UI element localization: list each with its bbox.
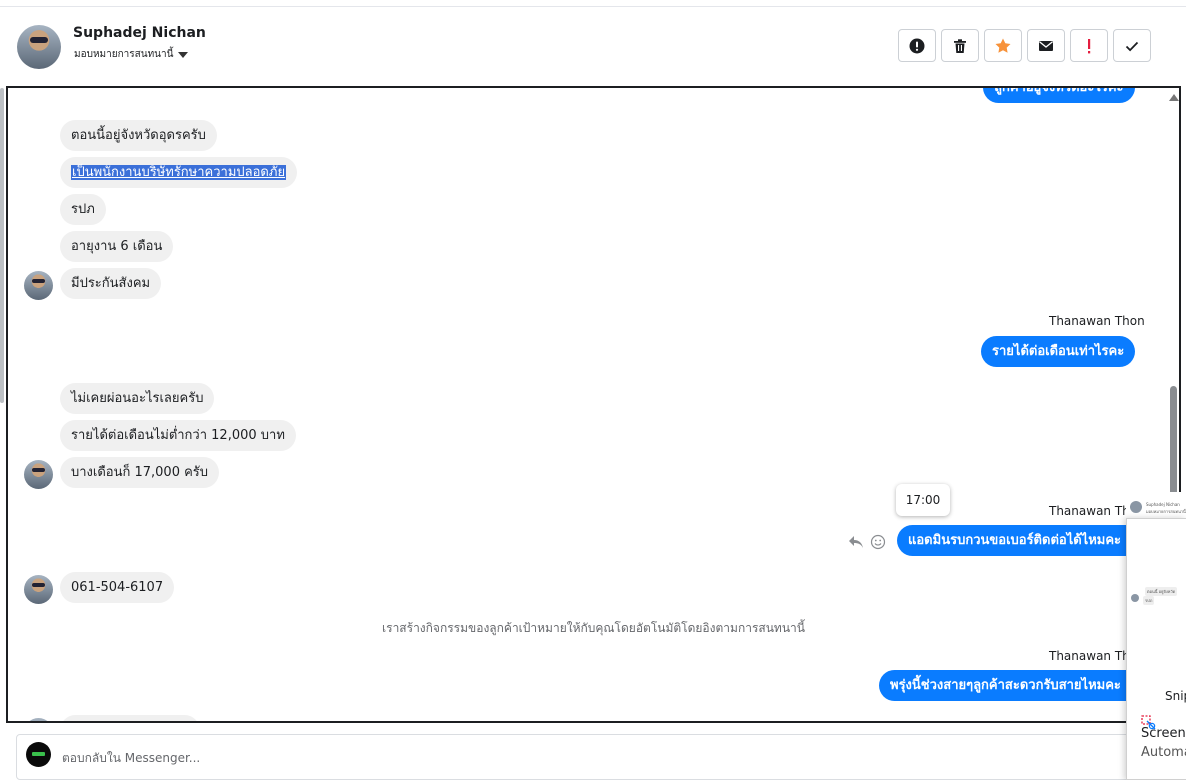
mark-spam-button[interactable] bbox=[898, 29, 936, 62]
contact-name[interactable]: Suphadej Nichan bbox=[73, 25, 206, 41]
exclamation-icon bbox=[1088, 38, 1091, 53]
incoming-message[interactable]: รปภ bbox=[60, 194, 106, 225]
reply-icon[interactable] bbox=[848, 535, 864, 549]
incoming-message[interactable]: บางเดือนก็ 17,000 ครับ bbox=[60, 457, 220, 488]
conversation-header: Suphadej Nichan มอบหมายการสนทนานี้ bbox=[0, 7, 1186, 87]
scroll-up-arrow-icon[interactable] bbox=[1169, 94, 1179, 101]
system-activity-notice: เราสร้างกิจกรรมของลูกค้าเป้าหมายให้กับคุ… bbox=[382, 621, 805, 635]
outgoing-message[interactable]: ลูกค้าอยู่จังหวัดอะไรคะ bbox=[983, 88, 1135, 103]
envelope-icon bbox=[1039, 40, 1053, 51]
incoming-message[interactable]: 061-504-6107 bbox=[60, 572, 175, 603]
page-logo bbox=[26, 742, 51, 767]
reply-input[interactable]: ตอบกลับใน Messenger... bbox=[62, 749, 200, 768]
timestamp-tooltip: 17:00 bbox=[896, 484, 950, 516]
contact-avatar[interactable] bbox=[17, 25, 61, 69]
star-icon bbox=[995, 38, 1011, 53]
incoming-message[interactable]: อายุงาน 6 เดือน bbox=[60, 231, 174, 262]
snip-preview-sub: มอบหมายการสนทนานี้ bbox=[1146, 509, 1186, 514]
reply-composer[interactable]: ตอบกลับใน Messenger... bbox=[16, 734, 1176, 780]
contact-avatar-small bbox=[24, 718, 53, 721]
sender-name: Thanawan Thon bbox=[1049, 314, 1145, 328]
snip-notification-subheading: Automa bbox=[1141, 745, 1186, 760]
incoming-message[interactable]: มีประกันสังคม bbox=[60, 268, 162, 299]
selected-text: เป็นพนักงานบริษัทรักษาความปลอดภัย bbox=[71, 165, 287, 180]
conversation-actions bbox=[898, 29, 1151, 62]
left-panel-edge bbox=[0, 88, 4, 403]
follow-up-button[interactable] bbox=[1070, 29, 1108, 62]
snip-app-title: Snip bbox=[1165, 689, 1186, 703]
incoming-message[interactable]: ไม่เคยผ่อนอะไรเลยครับ bbox=[60, 383, 215, 414]
snipping-tool-popup[interactable]: Suphadej Nichan มอบหมายการสนทนานี้ ตอนนี… bbox=[1126, 492, 1186, 780]
snip-card[interactable]: ตอนนี้ อยู่จังหวัด รปภ Snip Screens Auto… bbox=[1126, 518, 1186, 780]
incoming-message-selected[interactable]: เป็นพนักงานบริษัทรักษาความปลอดภัย bbox=[60, 157, 298, 188]
incoming-message[interactable]: ตอนนี้อยู่จังหวัดอุดรครับ bbox=[60, 120, 217, 151]
outgoing-message[interactable]: พรุ่งนี้ช่วงสายๆลูกค้าสะดวกรับสายไหมคะ bbox=[879, 670, 1132, 701]
message-thread[interactable]: ลูกค้าอยู่จังหวัดอะไรคะ ตอนนี้อยู่จังหวั… bbox=[6, 86, 1181, 723]
check-icon bbox=[1125, 41, 1139, 51]
star-button[interactable] bbox=[984, 29, 1022, 62]
incoming-message-clipped[interactable] bbox=[60, 715, 200, 721]
alert-circle-icon bbox=[909, 38, 925, 53]
delete-button[interactable] bbox=[941, 29, 979, 62]
emoji-reaction-icon[interactable] bbox=[870, 534, 886, 550]
outgoing-message[interactable]: รายได้ต่อเดือนเท่าไรคะ bbox=[981, 336, 1136, 367]
assign-label: มอบหมายการสนทนานี้ bbox=[74, 49, 174, 60]
scroll-thumb[interactable] bbox=[1170, 386, 1177, 504]
snip-notification-heading: Screens bbox=[1141, 726, 1186, 741]
outgoing-message[interactable]: แอดมินรบกวนขอเบอร์ติดต่อได้ไหมคะ bbox=[897, 525, 1133, 556]
contact-avatar-small bbox=[24, 575, 53, 604]
chevron-down-icon bbox=[178, 51, 189, 58]
snip-thumb-message: ตอนนี้ อยู่จังหวัด bbox=[1145, 587, 1178, 596]
contact-avatar-small bbox=[24, 271, 53, 300]
snip-preview-name: Suphadej Nichan bbox=[1146, 502, 1180, 507]
snip-preview-avatar bbox=[1130, 501, 1142, 513]
mark-unread-button[interactable] bbox=[1027, 29, 1065, 62]
contact-avatar-small bbox=[24, 460, 53, 489]
snip-thumb-message: รปภ bbox=[1143, 596, 1155, 605]
incoming-message[interactable]: รายได้ต่อเดือนไม่ต่ำกว่า 12,000 บาท bbox=[60, 420, 296, 451]
assign-conversation-dropdown[interactable]: มอบหมายการสนทนานี้ bbox=[74, 47, 189, 62]
message-tools bbox=[848, 534, 886, 550]
trash-icon bbox=[954, 38, 966, 53]
snip-thumb-avatar bbox=[1131, 594, 1139, 602]
snip-preview-header: Suphadej Nichan มอบหมายการสนทนานี้ bbox=[1126, 492, 1186, 518]
mark-done-button[interactable] bbox=[1113, 29, 1151, 62]
